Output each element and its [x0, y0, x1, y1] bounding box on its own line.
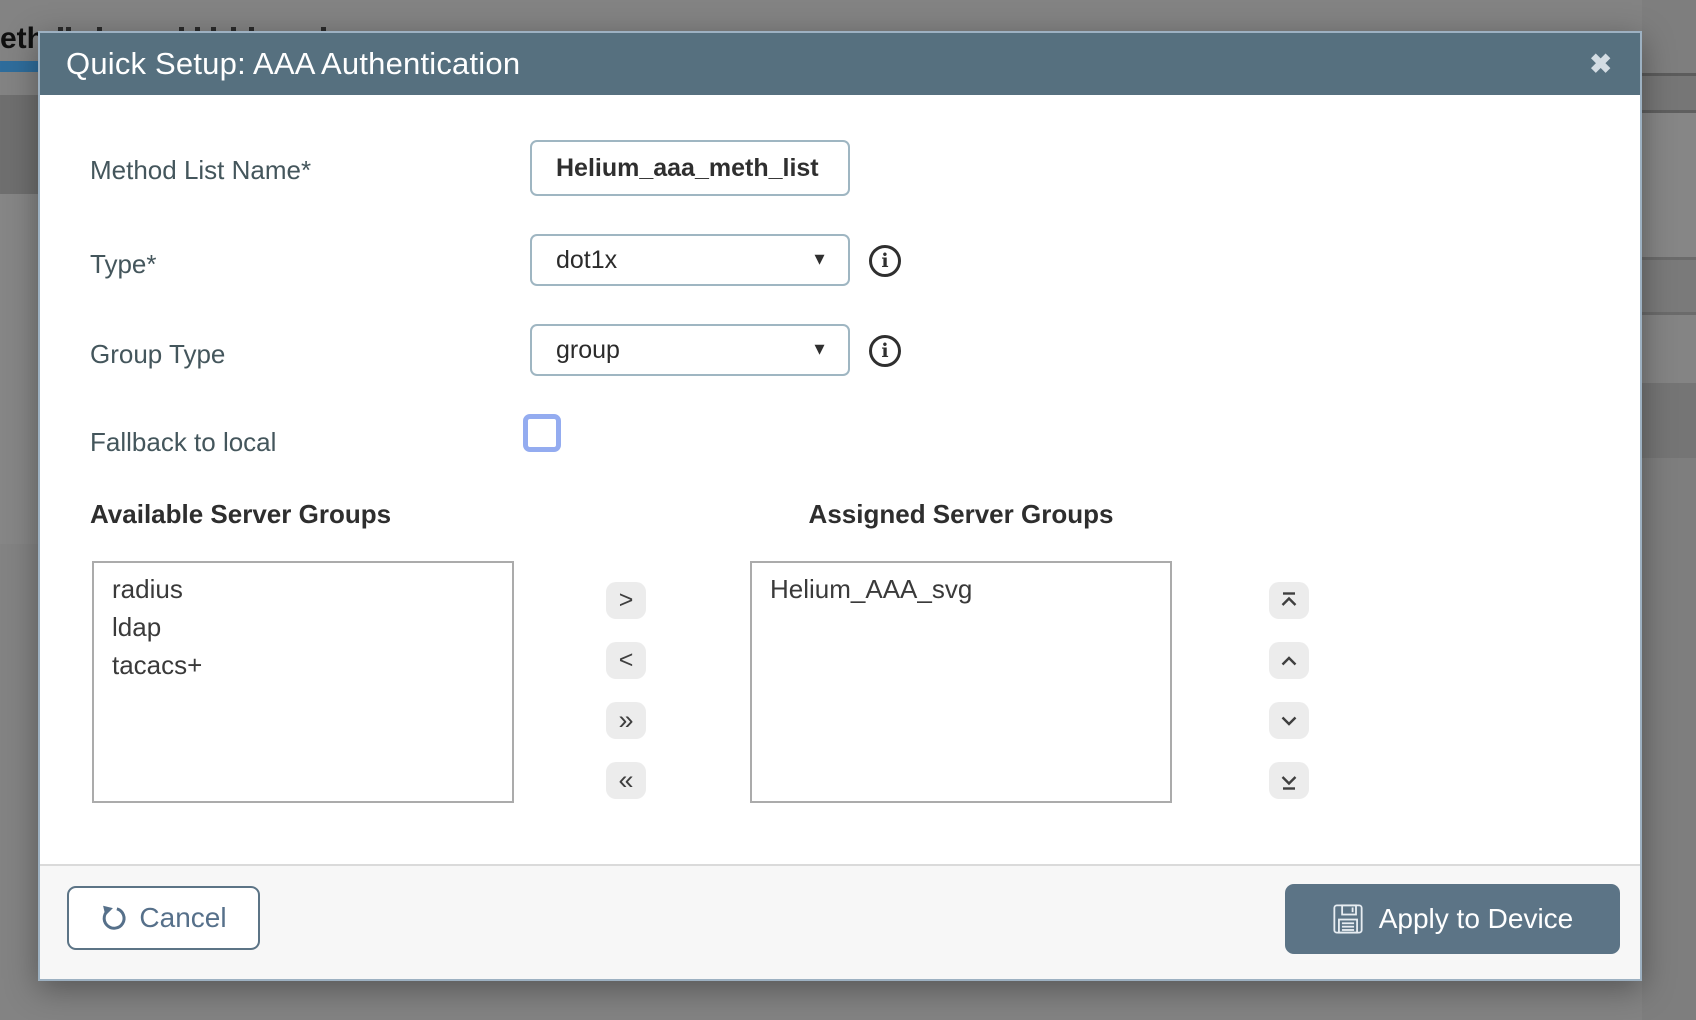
available-server-groups-header: Available Server Groups — [90, 499, 391, 530]
chevron-down-icon: ▼ — [811, 250, 828, 270]
type-dropdown[interactable]: dot1x ▼ — [530, 234, 850, 286]
list-item[interactable]: tacacs+ — [94, 646, 512, 684]
type-info-icon[interactable]: i — [869, 245, 901, 277]
move-down-button[interactable] — [1269, 702, 1309, 739]
apply-to-device-button[interactable]: Apply to Device — [1285, 884, 1620, 954]
move-to-bottom-icon — [1278, 770, 1300, 792]
group-type-dropdown-value: group — [556, 336, 620, 365]
dialog-footer: Cancel Apply to Device — [40, 864, 1640, 979]
double-chevron-right-icon: » — [618, 707, 633, 734]
background-active-tab-underline — [0, 61, 38, 72]
method-list-name-input[interactable] — [530, 140, 850, 196]
move-left-button[interactable]: < — [606, 642, 646, 679]
dialog-header: Quick Setup: AAA Authentication ✖ — [40, 33, 1640, 95]
undo-icon — [100, 905, 127, 932]
move-to-top-button[interactable] — [1269, 582, 1309, 619]
background-table-band — [0, 194, 38, 544]
background-heading-fragment: etho — [0, 22, 38, 58]
group-type-label: Group Type — [90, 339, 225, 370]
chevron-up-icon — [1278, 650, 1300, 672]
type-label: Type* — [90, 249, 157, 280]
move-all-left-button[interactable]: « — [606, 762, 646, 799]
group-type-info-icon[interactable]: i — [869, 335, 901, 367]
group-type-dropdown[interactable]: group ▼ — [530, 324, 850, 376]
quick-setup-aaa-authentication-dialog: Quick Setup: AAA Authentication ✖ Method… — [38, 31, 1642, 981]
fallback-to-local-label: Fallback to local — [90, 427, 276, 458]
screen: etho Quick Setup: AAA Authentication ✖ M… — [0, 0, 1696, 1020]
fallback-to-local-checkbox[interactable] — [523, 414, 561, 452]
type-dropdown-value: dot1x — [556, 246, 617, 275]
move-to-bottom-button[interactable] — [1269, 762, 1309, 799]
background-table-right-strip — [1642, 0, 1696, 1020]
chevron-down-icon — [1278, 710, 1300, 732]
double-chevron-left-icon: « — [618, 767, 633, 794]
move-up-button[interactable] — [1269, 642, 1309, 679]
assigned-server-groups-header: Assigned Server Groups — [750, 499, 1172, 530]
list-item[interactable]: Helium_AAA_svg — [752, 570, 1170, 608]
dialog-title: Quick Setup: AAA Authentication — [66, 46, 520, 82]
method-list-name-label: Method List Name* — [90, 155, 311, 186]
assigned-server-groups-list[interactable]: Helium_AAA_svg — [750, 561, 1172, 803]
move-all-right-button[interactable]: » — [606, 702, 646, 739]
close-icon[interactable]: ✖ — [1589, 33, 1612, 95]
apply-to-device-button-label: Apply to Device — [1379, 903, 1574, 935]
background-table-header-band — [0, 95, 38, 194]
list-item[interactable]: radius — [94, 570, 512, 608]
list-item[interactable]: ldap — [94, 608, 512, 646]
available-server-groups-list[interactable]: radius ldap tacacs+ — [92, 561, 514, 803]
chevron-right-icon: > — [619, 588, 634, 613]
chevron-left-icon: < — [619, 648, 634, 673]
move-to-top-icon — [1278, 590, 1300, 612]
save-icon — [1332, 903, 1364, 935]
cancel-button-label: Cancel — [139, 902, 226, 934]
move-right-button[interactable]: > — [606, 582, 646, 619]
chevron-down-icon: ▼ — [811, 340, 828, 360]
cancel-button[interactable]: Cancel — [67, 886, 260, 950]
